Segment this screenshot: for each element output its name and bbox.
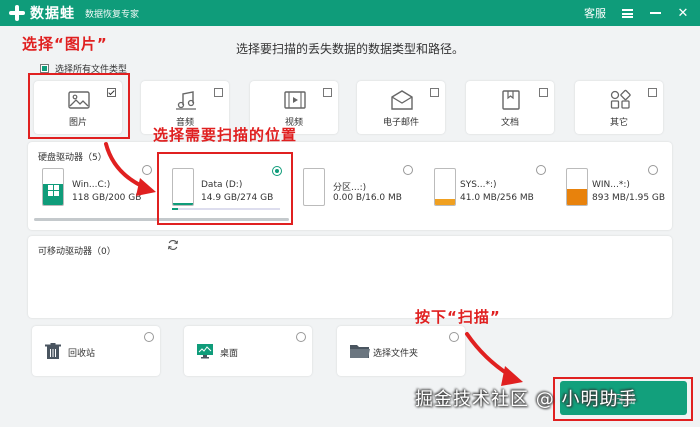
video-icon (284, 91, 306, 109)
image-icon (68, 91, 90, 109)
location-card-select-folder[interactable]: 选择文件夹 (337, 326, 465, 376)
drive-name: Data (D:) (201, 180, 243, 190)
file-type-label: 图片 (68, 118, 87, 128)
mail-icon (391, 90, 413, 110)
file-type-checkbox[interactable] (648, 88, 657, 97)
annotation-arrow-icon (465, 332, 523, 386)
location-card-recycle-bin[interactable]: 回收站 (32, 326, 160, 376)
drive-name: 分区...:) (333, 183, 367, 193)
file-type-label: 其它 (609, 118, 628, 128)
drive-list-scrollbar[interactable] (34, 218, 289, 221)
file-type-checkbox[interactable] (214, 88, 223, 97)
drive-name: Win...C:) (72, 180, 111, 190)
drive-size: 893 MB/1.95 GB (592, 193, 666, 203)
file-type-checkbox[interactable] (539, 88, 548, 97)
location-radio[interactable] (449, 332, 459, 342)
file-type-label: 文档 (500, 118, 519, 128)
watermark-text: 掘金技术社区 @ 小明助手 (415, 389, 638, 410)
drive-radio[interactable] (272, 166, 282, 176)
drive-radio[interactable] (648, 165, 658, 175)
file-type-checkbox[interactable] (107, 88, 116, 97)
other-icon (610, 89, 631, 109)
file-type-card-image[interactable]: 图片 (34, 81, 122, 134)
drive-item[interactable]: Win...C:) 118 GB/200 GB (42, 168, 170, 216)
annotation-pick-location: 选择需要扫描的位置 (153, 126, 298, 144)
folder-icon (350, 345, 370, 358)
drive-size: 14.9 GB/274 GB (201, 193, 274, 203)
plus-cross-logo-icon (8, 4, 26, 22)
drive-item[interactable]: SYS...*:) 41.0 MB/256 MB (434, 168, 562, 216)
drive-item[interactable]: WIN...*:) 893 MB/1.95 GB (566, 168, 694, 216)
location-card-desktop[interactable]: 桌面 (184, 326, 312, 376)
location-radio[interactable] (296, 332, 306, 342)
close-icon[interactable]: ✕ (676, 6, 690, 21)
select-all-checkbox[interactable] (40, 64, 49, 73)
annotation-pick-image: 选择“图片” (22, 35, 108, 53)
drive-icon (566, 168, 588, 206)
select-all-label: 选择所有文件类型 (55, 65, 128, 75)
file-type-label: 电子邮件 (382, 118, 419, 128)
windows-drive-icon (42, 168, 64, 206)
refresh-icon[interactable] (167, 239, 179, 251)
select-all-row[interactable]: 选择所有文件类型 (40, 62, 127, 75)
hard-drives-title: 硬盘驱动器（5） (38, 153, 107, 163)
document-icon (502, 90, 520, 110)
drive-size: 0.00 B/16.0 MB (333, 193, 402, 203)
drive-item[interactable]: 分区...:) 0.00 B/16.0 MB (303, 168, 431, 216)
drive-name: SYS...*:) (460, 180, 497, 190)
location-label: 回收站 (68, 349, 96, 359)
app-logo: 数据蛙 (8, 3, 75, 23)
drive-icon (172, 168, 194, 206)
app-subtitle: 数据恢复专家 (85, 9, 140, 20)
file-type-card-email[interactable]: 电子邮件 (357, 81, 445, 134)
support-link[interactable]: 客服 (584, 5, 606, 21)
file-type-checkbox[interactable] (430, 88, 439, 97)
menu-icon[interactable] (620, 6, 634, 20)
file-type-card-other[interactable]: 其它 (575, 81, 663, 134)
drive-radio[interactable] (142, 165, 152, 175)
title-bar: 数据蛙 数据恢复专家 客服 ✕ (0, 0, 700, 26)
file-type-checkbox[interactable] (323, 88, 332, 97)
location-label: 选择文件夹 (373, 349, 419, 359)
drive-size: 41.0 MB/256 MB (460, 193, 534, 203)
music-icon (176, 91, 196, 110)
drive-name: WIN...*:) (592, 180, 630, 190)
trash-icon (45, 343, 61, 359)
location-radio[interactable] (144, 332, 154, 342)
app-name: 数据蛙 (30, 6, 75, 22)
drive-icon (303, 168, 325, 206)
location-label: 桌面 (220, 349, 239, 359)
annotation-press-scan: 按下“扫描” (415, 308, 501, 326)
desktop-icon (197, 344, 213, 359)
removable-drives-title: 可移动驱动器（0） (38, 247, 116, 257)
minimize-icon[interactable] (648, 6, 662, 20)
drive-radio[interactable] (403, 165, 413, 175)
removable-drives-panel: 可移动驱动器（0） (28, 236, 672, 318)
drive-radio[interactable] (536, 165, 546, 175)
file-type-card-document[interactable]: 文档 (466, 81, 554, 134)
drive-size: 118 GB/200 GB (72, 193, 142, 203)
drive-icon (434, 168, 456, 206)
drive-usage-bar (172, 208, 280, 210)
